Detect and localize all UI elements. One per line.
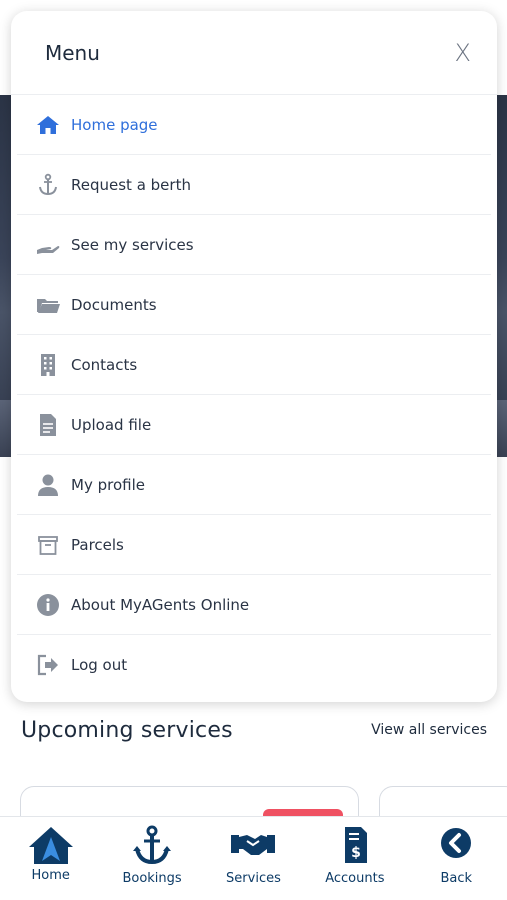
menu-item-label: Documents — [71, 295, 157, 314]
upcoming-services-title: Upcoming services — [21, 718, 233, 743]
menu-item-label: Request a berth — [71, 175, 191, 194]
menu-title: Menu — [45, 40, 100, 65]
hand-icon — [35, 232, 61, 258]
file-icon — [35, 412, 61, 438]
menu-item-label: Log out — [71, 656, 128, 674]
menu-item-contacts[interactable]: Contacts — [17, 335, 491, 395]
svg-text:$: $ — [351, 845, 361, 861]
home-a-icon — [28, 827, 73, 864]
anchor-icon — [35, 172, 61, 198]
close-button[interactable]: X — [455, 39, 471, 67]
menu-item-upload-file[interactable]: Upload file — [17, 395, 491, 455]
building-icon — [35, 352, 61, 378]
menu-item-label: About MyAGents Online — [71, 595, 250, 614]
nav-bookings[interactable]: Bookings — [106, 825, 198, 886]
menu-item-parcels[interactable]: Parcels — [17, 515, 491, 575]
nav-back-label: Back — [440, 871, 473, 886]
logout-icon — [35, 652, 61, 678]
archive-icon — [35, 532, 61, 558]
invoice-icon: $ — [344, 827, 367, 863]
menu-item-label: See my services — [71, 235, 194, 254]
anchor-icon — [133, 825, 172, 865]
menu-item-see-my-services[interactable]: See my services — [17, 215, 491, 275]
bottom-nav: Home Bookings Services $ Accounts Back — [0, 816, 507, 900]
nav-accounts[interactable]: $ Accounts — [309, 825, 401, 886]
nav-services-label: Services — [226, 871, 281, 886]
menu-list: Home page Request a berth See my service… — [11, 95, 497, 695]
menu-item-home-page[interactable]: Home page — [17, 95, 491, 155]
nav-home-label: Home — [31, 868, 70, 883]
handshake-icon — [231, 835, 276, 855]
menu-item-label: Contacts — [71, 355, 138, 374]
home-icon — [35, 112, 61, 138]
menu-item-label: Parcels — [71, 535, 124, 554]
menu-item-about[interactable]: About MyAGents Online — [17, 575, 491, 635]
nav-accounts-label: Accounts — [325, 871, 385, 886]
view-all-services-link[interactable]: View all services — [371, 722, 487, 738]
side-menu: Menu X Home page Request a berth See my … — [11, 11, 497, 702]
menu-item-request-a-berth[interactable]: Request a berth — [17, 155, 491, 215]
menu-item-label: Home page — [71, 115, 158, 134]
menu-item-label: My profile — [71, 475, 145, 494]
nav-bookings-label: Bookings — [122, 871, 182, 886]
nav-services[interactable]: Services — [207, 825, 299, 886]
menu-item-documents[interactable]: Documents — [17, 275, 491, 335]
info-icon — [35, 592, 61, 618]
menu-item-log-out[interactable]: Log out — [17, 635, 491, 695]
menu-item-label: Upload file — [71, 415, 152, 434]
menu-header: Menu X — [11, 11, 497, 95]
menu-item-my-profile[interactable]: My profile — [17, 455, 491, 515]
nav-home[interactable]: Home — [5, 825, 97, 883]
nav-back[interactable]: Back — [410, 825, 502, 886]
back-icon — [441, 828, 472, 858]
folder-icon — [35, 292, 61, 318]
user-icon — [35, 472, 61, 498]
